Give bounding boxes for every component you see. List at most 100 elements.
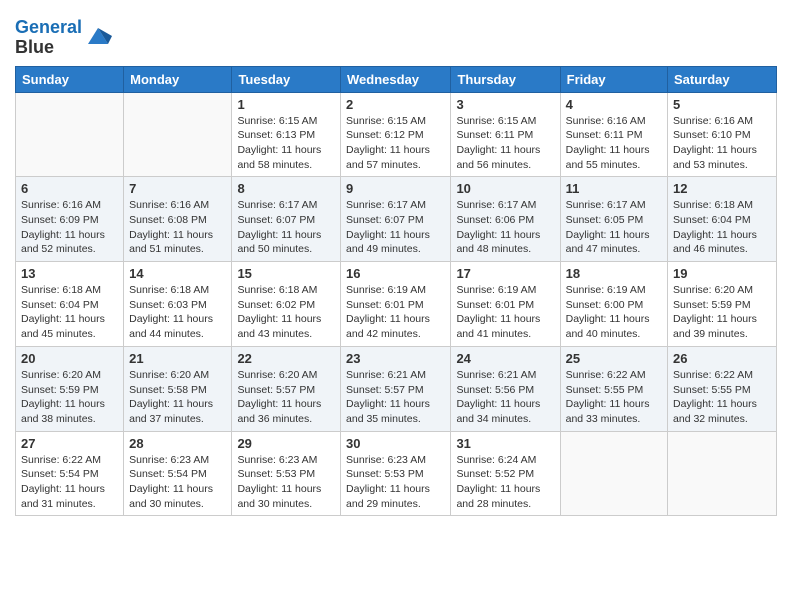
calendar-day-cell: 14 Sunrise: 6:18 AMSunset: 6:03 PMDayligh… [124, 262, 232, 347]
day-number: 18 [566, 266, 662, 281]
day-number: 13 [21, 266, 118, 281]
day-sun-info: Sunrise: 6:16 AMSunset: 6:08 PMDaylight:… [129, 198, 226, 257]
logo: GeneralBlue [15, 18, 112, 58]
calendar-day-cell: 29 Sunrise: 6:23 AMSunset: 5:53 PMDayligh… [232, 431, 341, 516]
day-number: 25 [566, 351, 662, 366]
calendar-day-cell: 4 Sunrise: 6:16 AMSunset: 6:11 PMDaylight… [560, 92, 667, 177]
day-sun-info: Sunrise: 6:21 AMSunset: 5:56 PMDaylight:… [456, 368, 554, 427]
day-sun-info: Sunrise: 6:15 AMSunset: 6:13 PMDaylight:… [237, 114, 335, 173]
logo-text: GeneralBlue [15, 18, 82, 58]
day-number: 9 [346, 181, 445, 196]
day-number: 7 [129, 181, 226, 196]
day-number: 20 [21, 351, 118, 366]
calendar-day-cell: 11 Sunrise: 6:17 AMSunset: 6:05 PMDayligh… [560, 177, 667, 262]
day-number: 5 [673, 97, 771, 112]
day-number: 12 [673, 181, 771, 196]
day-sun-info: Sunrise: 6:20 AMSunset: 5:57 PMDaylight:… [237, 368, 335, 427]
calendar-header-row: SundayMondayTuesdayWednesdayThursdayFrid… [16, 66, 777, 92]
day-sun-info: Sunrise: 6:19 AMSunset: 6:00 PMDaylight:… [566, 283, 662, 342]
day-sun-info: Sunrise: 6:16 AMSunset: 6:11 PMDaylight:… [566, 114, 662, 173]
calendar-day-cell [668, 431, 777, 516]
calendar-table: SundayMondayTuesdayWednesdayThursdayFrid… [15, 66, 777, 517]
calendar-day-cell: 22 Sunrise: 6:20 AMSunset: 5:57 PMDayligh… [232, 346, 341, 431]
calendar-day-cell: 16Sunrise: 6:19 AMSunset: 6:01 PMDayligh… [341, 262, 451, 347]
day-sun-info: Sunrise: 6:22 AMSunset: 5:55 PMDaylight:… [673, 368, 771, 427]
day-sun-info: Sunrise: 6:20 AMSunset: 5:58 PMDaylight:… [129, 368, 226, 427]
day-sun-info: Sunrise: 6:21 AMSunset: 5:57 PMDaylight:… [346, 368, 445, 427]
day-sun-info: Sunrise: 6:23 AMSunset: 5:54 PMDaylight:… [129, 453, 226, 512]
day-sun-info: Sunrise: 6:17 AMSunset: 6:06 PMDaylight:… [456, 198, 554, 257]
day-sun-info: Sunrise: 6:18 AMSunset: 6:04 PMDaylight:… [673, 198, 771, 257]
calendar-day-cell: 19 Sunrise: 6:20 AMSunset: 5:59 PMDayligh… [668, 262, 777, 347]
day-number: 1 [237, 97, 335, 112]
day-sun-info: Sunrise: 6:22 AMSunset: 5:54 PMDaylight:… [21, 453, 118, 512]
calendar-week-row: 6Sunrise: 6:16 AMSunset: 6:09 PMDaylight… [16, 177, 777, 262]
day-number: 14 [129, 266, 226, 281]
calendar-day-cell: 9 Sunrise: 6:17 AMSunset: 6:07 PMDaylight… [341, 177, 451, 262]
day-number: 19 [673, 266, 771, 281]
weekday-header-saturday: Saturday [668, 66, 777, 92]
day-sun-info: Sunrise: 6:15 AMSunset: 6:11 PMDaylight:… [456, 114, 554, 173]
calendar-week-row: 1 Sunrise: 6:15 AMSunset: 6:13 PMDaylight… [16, 92, 777, 177]
day-number: 29 [237, 436, 335, 451]
day-sun-info: Sunrise: 6:18 AMSunset: 6:02 PMDaylight:… [237, 283, 335, 342]
calendar-day-cell: 25 Sunrise: 6:22 AMSunset: 5:55 PMDayligh… [560, 346, 667, 431]
calendar-day-cell: 5 Sunrise: 6:16 AMSunset: 6:10 PMDaylight… [668, 92, 777, 177]
calendar-day-cell: 10Sunrise: 6:17 AMSunset: 6:06 PMDayligh… [451, 177, 560, 262]
day-sun-info: Sunrise: 6:20 AMSunset: 5:59 PMDaylight:… [673, 283, 771, 342]
calendar-day-cell [124, 92, 232, 177]
day-number: 15 [237, 266, 335, 281]
day-number: 3 [456, 97, 554, 112]
calendar-day-cell [560, 431, 667, 516]
calendar-day-cell: 23 Sunrise: 6:21 AMSunset: 5:57 PMDayligh… [341, 346, 451, 431]
day-number: 24 [456, 351, 554, 366]
day-sun-info: Sunrise: 6:23 AMSunset: 5:53 PMDaylight:… [237, 453, 335, 512]
day-sun-info: Sunrise: 6:24 AMSunset: 5:52 PMDaylight:… [456, 453, 554, 512]
day-sun-info: Sunrise: 6:17 AMSunset: 6:07 PMDaylight:… [237, 198, 335, 257]
calendar-day-cell: 31 Sunrise: 6:24 AMSunset: 5:52 PMDayligh… [451, 431, 560, 516]
calendar-day-cell: 6Sunrise: 6:16 AMSunset: 6:09 PMDaylight… [16, 177, 124, 262]
day-number: 22 [237, 351, 335, 366]
day-sun-info: Sunrise: 6:17 AMSunset: 6:05 PMDaylight:… [566, 198, 662, 257]
day-sun-info: Sunrise: 6:15 AMSunset: 6:12 PMDaylight:… [346, 114, 445, 173]
logo-icon [84, 22, 112, 50]
calendar-week-row: 13 Sunrise: 6:18 AMSunset: 6:04 PMDayligh… [16, 262, 777, 347]
day-number: 28 [129, 436, 226, 451]
day-number: 11 [566, 181, 662, 196]
calendar-day-cell: 26 Sunrise: 6:22 AMSunset: 5:55 PMDayligh… [668, 346, 777, 431]
calendar-day-cell: 30 Sunrise: 6:23 AMSunset: 5:53 PMDayligh… [341, 431, 451, 516]
day-sun-info: Sunrise: 6:23 AMSunset: 5:53 PMDaylight:… [346, 453, 445, 512]
day-sun-info: Sunrise: 6:22 AMSunset: 5:55 PMDaylight:… [566, 368, 662, 427]
calendar-day-cell: 18 Sunrise: 6:19 AMSunset: 6:00 PMDayligh… [560, 262, 667, 347]
calendar-day-cell: 24 Sunrise: 6:21 AMSunset: 5:56 PMDayligh… [451, 346, 560, 431]
calendar-week-row: 27 Sunrise: 6:22 AMSunset: 5:54 PMDayligh… [16, 431, 777, 516]
day-sun-info: Sunrise: 6:16 AMSunset: 6:10 PMDaylight:… [673, 114, 771, 173]
day-number: 21 [129, 351, 226, 366]
calendar-day-cell: 13 Sunrise: 6:18 AMSunset: 6:04 PMDayligh… [16, 262, 124, 347]
day-number: 4 [566, 97, 662, 112]
day-number: 17 [456, 266, 554, 281]
calendar-day-cell: 2 Sunrise: 6:15 AMSunset: 6:12 PMDaylight… [341, 92, 451, 177]
calendar-day-cell: 20 Sunrise: 6:20 AMSunset: 5:59 PMDayligh… [16, 346, 124, 431]
calendar-day-cell: 15 Sunrise: 6:18 AMSunset: 6:02 PMDayligh… [232, 262, 341, 347]
calendar-day-cell: 3 Sunrise: 6:15 AMSunset: 6:11 PMDaylight… [451, 92, 560, 177]
calendar-day-cell: 8Sunrise: 6:17 AMSunset: 6:07 PMDaylight… [232, 177, 341, 262]
day-number: 2 [346, 97, 445, 112]
day-sun-info: Sunrise: 6:18 AMSunset: 6:04 PMDaylight:… [21, 283, 118, 342]
calendar-day-cell: 21 Sunrise: 6:20 AMSunset: 5:58 PMDayligh… [124, 346, 232, 431]
day-number: 27 [21, 436, 118, 451]
day-number: 31 [456, 436, 554, 451]
day-sun-info: Sunrise: 6:18 AMSunset: 6:03 PMDaylight:… [129, 283, 226, 342]
day-sun-info: Sunrise: 6:17 AMSunset: 6:07 PMDaylight:… [346, 198, 445, 257]
calendar-day-cell: 17Sunrise: 6:19 AMSunset: 6:01 PMDayligh… [451, 262, 560, 347]
day-number: 23 [346, 351, 445, 366]
day-number: 26 [673, 351, 771, 366]
calendar-day-cell [16, 92, 124, 177]
page-header: GeneralBlue [15, 10, 777, 58]
day-number: 30 [346, 436, 445, 451]
weekday-header-wednesday: Wednesday [341, 66, 451, 92]
weekday-header-friday: Friday [560, 66, 667, 92]
weekday-header-tuesday: Tuesday [232, 66, 341, 92]
day-sun-info: Sunrise: 6:20 AMSunset: 5:59 PMDaylight:… [21, 368, 118, 427]
calendar-day-cell: 28 Sunrise: 6:23 AMSunset: 5:54 PMDayligh… [124, 431, 232, 516]
